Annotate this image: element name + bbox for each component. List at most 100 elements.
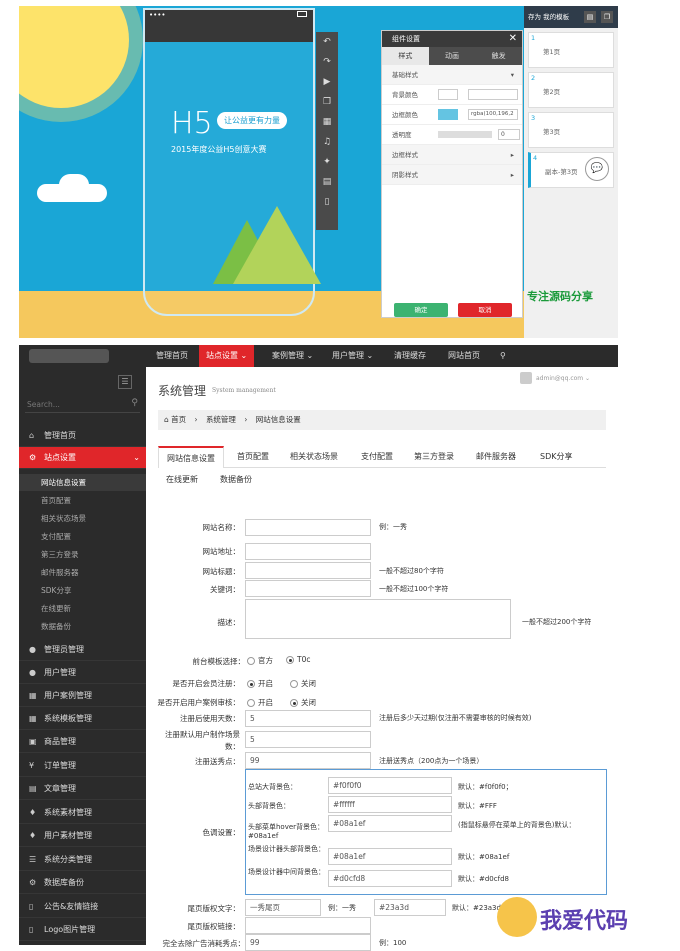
default-scenes-input[interactable]: 5 — [245, 731, 371, 748]
nav-site-settings[interactable]: 站点设置 ⌄ — [199, 345, 255, 367]
sidebar-sub-status-scenes[interactable]: 相关状态场景 — [19, 510, 146, 527]
phone-canvas[interactable]: H5 让公益更有力量 2015年度公益H5创意大赛 — [143, 8, 321, 316]
sidebar-item-user-cases[interactable]: ▦ 用户案例管理 — [19, 685, 146, 707]
case-review-on[interactable]: 开启 — [247, 697, 273, 708]
tab-data-backup[interactable]: 数据备份 — [212, 469, 260, 491]
sidebar-sub-online-update[interactable]: 在线更新 — [19, 600, 146, 617]
basic-style-section[interactable]: 基础样式 ▾ — [382, 65, 522, 85]
footer-color-input[interactable]: #23a3d — [374, 899, 446, 916]
sidebar-sub-mail-server[interactable]: 邮件服务器 — [19, 564, 146, 581]
page-item-active[interactable]: 4 副本-第3页 💬 — [528, 152, 614, 188]
color-designer-middle-input[interactable]: #d0cfd8 — [328, 870, 452, 887]
case-review-off[interactable]: 关闭 — [290, 697, 316, 708]
member-reg-on[interactable]: 开启 — [247, 678, 273, 689]
sidebar-item-logo-images[interactable]: ▯ Logo图片管理 — [19, 919, 146, 941]
breadcrumb-system[interactable]: 系统管理 — [206, 415, 236, 424]
delete-icon[interactable]: ▤ — [584, 11, 596, 23]
site-url-input[interactable] — [245, 543, 371, 560]
tab-home-config[interactable]: 首页配置 — [229, 446, 277, 468]
sidebar-item-site-settings[interactable]: ⚙ 站点设置 ⌄ — [19, 447, 146, 469]
undo-icon[interactable]: ↶ — [316, 32, 338, 52]
remove-ad-input[interactable]: 99 — [245, 934, 371, 951]
color-hover-input[interactable]: #08a1ef — [328, 815, 452, 832]
tab-status-scenes[interactable]: 相关状态场景 — [282, 446, 346, 468]
save-template-label[interactable]: 存为 我的模板 — [528, 13, 569, 21]
music-icon[interactable]: ♫ — [316, 132, 338, 152]
sidebar-item-admin-home[interactable]: ⌂ 管理首页 — [19, 425, 146, 447]
keywords-input[interactable] — [245, 580, 371, 597]
nav-site-home[interactable]: 网站首页 — [441, 345, 487, 367]
opacity-slider[interactable] — [438, 131, 492, 138]
tab-payment[interactable]: 支付配置 — [353, 446, 401, 468]
member-reg-off[interactable]: 关闭 — [290, 678, 316, 689]
template-radio-official[interactable]: 官方 — [247, 655, 273, 666]
reg-points-input[interactable]: 99 — [245, 752, 371, 769]
confirm-button[interactable]: 确定 — [394, 303, 448, 317]
bg-color-input[interactable] — [468, 89, 518, 100]
sidebar-sub-sdk-share[interactable]: SDK分享 — [19, 582, 146, 599]
border-color-input[interactable]: rgba(100,196,2 — [468, 109, 518, 120]
copy-icon[interactable]: ❐ — [316, 92, 338, 112]
tab-trigger[interactable]: 触发 — [475, 47, 522, 65]
grid-icon[interactable]: ▦ — [316, 112, 338, 132]
sidebar-sub-third-party-login[interactable]: 第三方登录 — [19, 546, 146, 563]
nav-case-management[interactable]: 案例管理 ⌄ — [265, 345, 320, 367]
copy-icon[interactable]: ❐ — [601, 11, 613, 23]
search-icon[interactable]: ⚲ — [131, 398, 138, 408]
tab-mail-server[interactable]: 邮件服务器 — [468, 446, 524, 468]
search-icon[interactable]: ⚲ — [493, 345, 513, 367]
page-item[interactable]: 1 第1页 — [528, 32, 614, 68]
color-header-input[interactable]: #ffffff — [328, 796, 452, 813]
menu-toggle-icon[interactable]: ☰ — [118, 375, 132, 389]
sidebar-sub-payment[interactable]: 支付配置 — [19, 528, 146, 545]
sidebar-item-users[interactable]: ● 用户管理 — [19, 662, 146, 684]
mobile-icon[interactable]: ▯ — [316, 192, 338, 212]
description-textarea[interactable] — [245, 599, 511, 639]
site-name-input[interactable] — [245, 519, 371, 536]
template-radio-t0c[interactable]: T0c — [286, 655, 310, 664]
trial-days-input[interactable]: 5 — [245, 710, 371, 727]
bg-color-swatch[interactable] — [438, 89, 458, 100]
sidebar-item-admin-users[interactable]: ● 管理员管理 — [19, 639, 146, 661]
footer-text-input[interactable]: 一秀尾页 — [245, 899, 321, 916]
tab-animation[interactable]: 动画 — [429, 47, 476, 65]
sidebar-item-products[interactable]: ▣ 商品管理 — [19, 731, 146, 753]
sidebar-sub-data-backup[interactable]: 数据备份 — [19, 618, 146, 635]
close-icon[interactable]: ✕ — [509, 31, 517, 47]
nav-home[interactable]: 管理首页 — [149, 345, 195, 367]
page-item[interactable]: 3 第3页 — [528, 112, 614, 148]
sidebar-item-db-backup[interactable]: ⚙ 数据库备份 — [19, 872, 146, 894]
template-icon[interactable]: ▤ — [316, 172, 338, 192]
border-color-swatch[interactable] — [438, 109, 458, 120]
cancel-button[interactable]: 取消 — [458, 303, 512, 317]
sidebar-item-orders[interactable]: ¥ 订单管理 — [19, 755, 146, 777]
shadow-style-section[interactable]: 阴影样式 ▸ — [382, 165, 522, 185]
tab-style[interactable]: 样式 — [382, 47, 429, 65]
sidebar-item-user-assets[interactable]: ♦ 用户素材管理 — [19, 825, 146, 847]
site-title-input[interactable] — [245, 562, 371, 579]
sidebar-item-system-templates[interactable]: ▦ 系统模板管理 — [19, 708, 146, 730]
color-designer-header-input[interactable]: #08a1ef — [328, 848, 452, 865]
nav-user-management[interactable]: 用户管理 ⌄ — [325, 345, 380, 367]
color-bg-input[interactable]: #f0f0f0 — [328, 777, 452, 794]
sidebar-sub-home-config[interactable]: 首页配置 — [19, 492, 146, 509]
tab-sdk-share[interactable]: SDK分享 — [532, 446, 580, 468]
opacity-input[interactable]: 0 — [498, 129, 520, 140]
play-icon[interactable]: ▶ — [316, 72, 338, 92]
avatar[interactable] — [520, 372, 532, 384]
sidebar-item-articles[interactable]: ▤ 文章管理 — [19, 778, 146, 800]
breadcrumb-home[interactable]: 首页 — [171, 415, 186, 424]
tab-site-info[interactable]: 网站信息设置 — [158, 446, 224, 468]
page-item[interactable]: 2 第2页 — [528, 72, 614, 108]
user-menu[interactable]: admin@qq.com ⌄ — [536, 375, 590, 382]
border-style-section[interactable]: 边框样式 ▸ — [382, 145, 522, 165]
sidebar-item-notices-links[interactable]: ▯ 公告&友情链接 — [19, 896, 146, 918]
footer-link-input[interactable] — [245, 917, 371, 934]
sidebar-item-system-categories[interactable]: ☰ 系统分类管理 — [19, 849, 146, 871]
chat-icon[interactable]: 💬 — [585, 157, 609, 181]
effects-icon[interactable]: ✦ — [316, 152, 338, 172]
nav-clear-cache[interactable]: 清理缓存 — [387, 345, 433, 367]
redo-icon[interactable]: ↷ — [316, 52, 338, 72]
sidebar-search[interactable]: Search... ⚲ — [25, 397, 140, 413]
sidebar-item-system-assets[interactable]: ♦ 系统素材管理 — [19, 802, 146, 824]
